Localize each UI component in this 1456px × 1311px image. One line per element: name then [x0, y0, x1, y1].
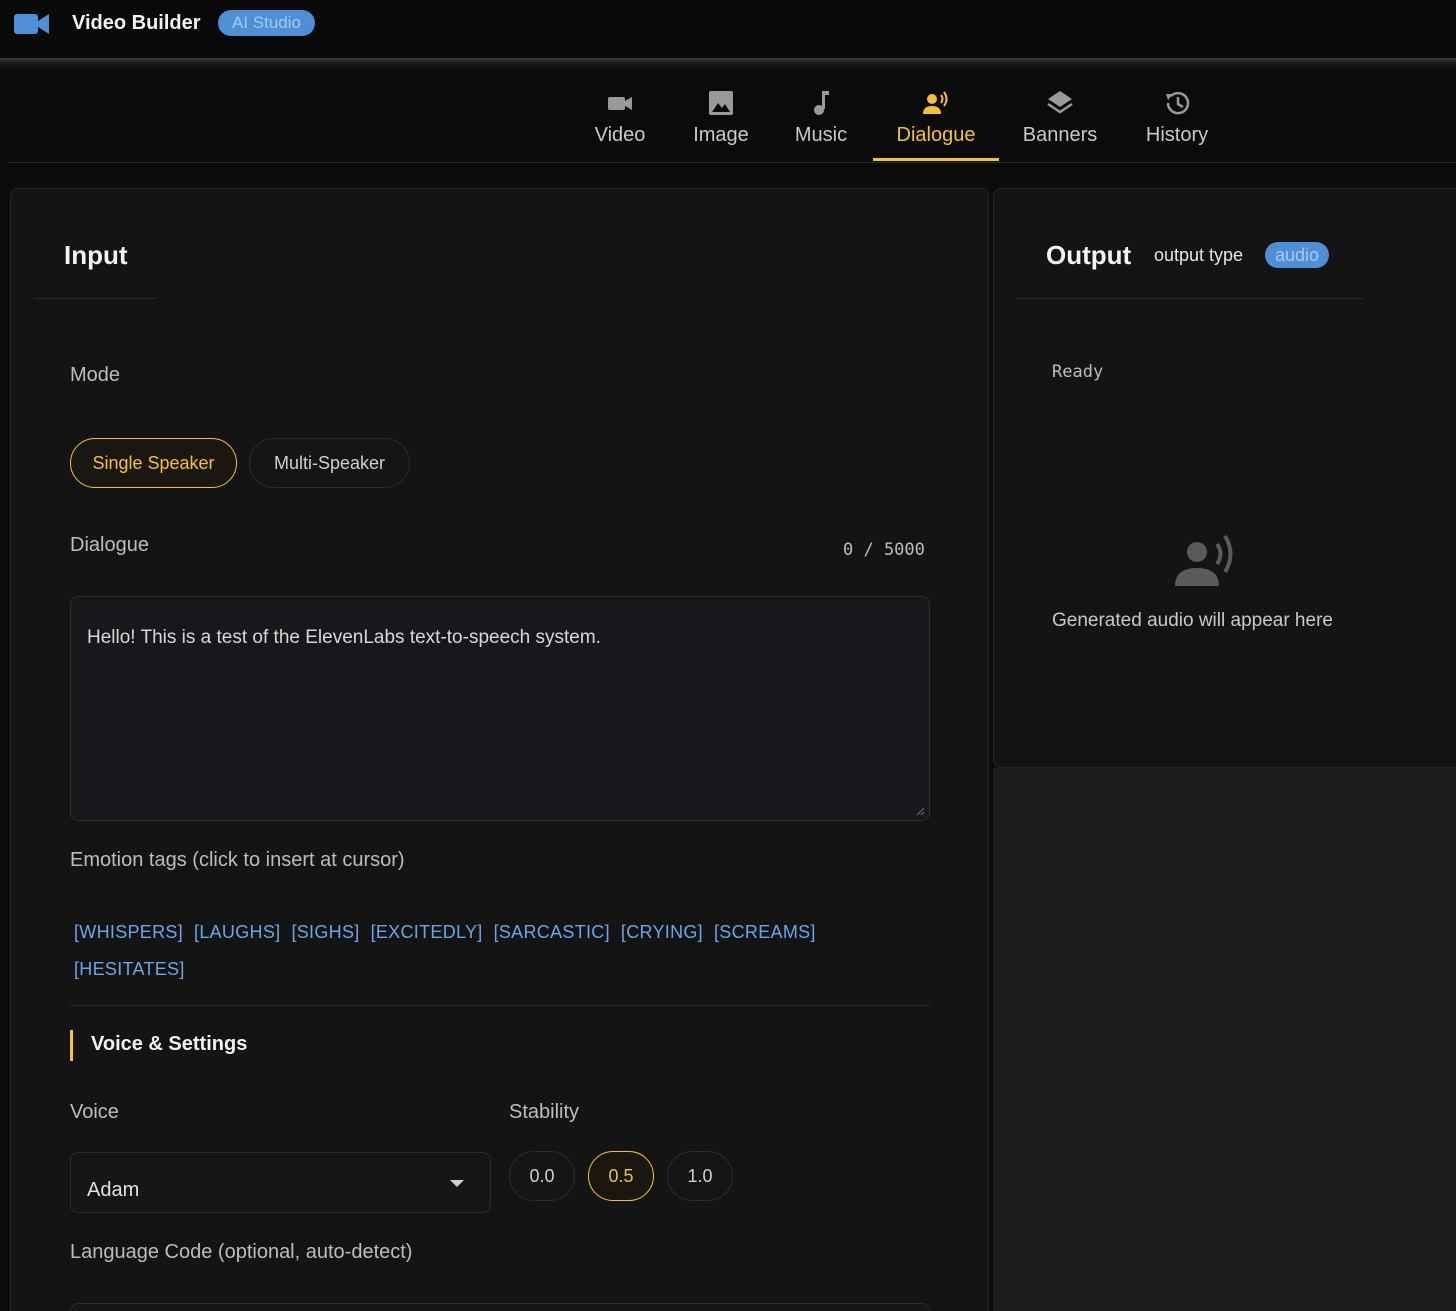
- tab-image[interactable]: Image: [688, 88, 754, 162]
- voice-settings-title: Voice & Settings: [91, 1033, 248, 1055]
- video-camera-icon: [14, 14, 49, 34]
- tab-label: Video: [594, 124, 646, 146]
- layers-icon: [1047, 91, 1073, 114]
- mode-multi-speaker-button[interactable]: Multi-Speaker: [249, 438, 410, 488]
- output-status: Ready: [1052, 362, 1104, 382]
- tab-label: Dialogue: [896, 124, 976, 146]
- image-icon: [709, 91, 733, 115]
- header-separator: [0, 58, 1456, 70]
- active-tab-indicator: [873, 158, 999, 161]
- language-code-label: Language Code (optional, auto-detect): [70, 1241, 413, 1263]
- dialogue-textarea[interactable]: Hello! This is a test of the ElevenLabs …: [70, 596, 930, 821]
- tab-music[interactable]: Music: [790, 88, 852, 162]
- tab-dialogue[interactable]: Dialogue: [891, 88, 981, 162]
- stability-option-0-5[interactable]: 0.5: [588, 1151, 654, 1201]
- character-counter: 0 / 5000: [843, 540, 925, 560]
- right-background: [993, 768, 1456, 1311]
- tabs-divider: [8, 162, 1456, 163]
- emotion-tag-whispers[interactable]: [WHISPERS]: [74, 914, 183, 951]
- tab-label: History: [1145, 124, 1209, 146]
- app-badge: AI Studio: [218, 10, 315, 36]
- tab-label: Image: [693, 124, 749, 146]
- output-title: Output: [1046, 240, 1132, 270]
- tab-video[interactable]: Video: [590, 88, 650, 162]
- output-panel: [993, 188, 1456, 768]
- emotion-tag-sarcastic[interactable]: [SARCASTIC]: [494, 914, 610, 951]
- language-code-input[interactable]: [70, 1303, 930, 1311]
- section-divider: [70, 1005, 930, 1006]
- speaker-voice-icon: [923, 91, 948, 114]
- tab-history[interactable]: History: [1140, 88, 1214, 162]
- output-placeholder: Generated audio will appear here: [1052, 610, 1333, 631]
- voice-select-value: Adam: [87, 1179, 140, 1201]
- section-accent-bar: [70, 1030, 73, 1061]
- output-type-badge: audio: [1265, 242, 1330, 268]
- emotion-tag-sighs[interactable]: [SIGHS]: [291, 914, 359, 951]
- voice-label: Voice: [70, 1101, 119, 1123]
- stability-option-0-0[interactable]: 0.0: [509, 1151, 575, 1201]
- history-icon: [1166, 91, 1190, 115]
- speaker-voice-icon: [1175, 534, 1233, 586]
- input-title-rule: [34, 298, 156, 299]
- emotion-tag-hesitates[interactable]: [HESITATES]: [74, 951, 185, 988]
- tab-label: Music: [794, 124, 848, 146]
- stability-label: Stability: [509, 1101, 580, 1123]
- music-note-icon: [814, 91, 829, 115]
- app-title: Video Builder: [72, 12, 201, 34]
- emotion-tag-screams[interactable]: [SCREAMS]: [714, 914, 816, 951]
- chevron-down-icon: [450, 1180, 464, 1187]
- emotion-tag-laughs[interactable]: [LAUGHS]: [194, 914, 280, 951]
- stability-option-1-0[interactable]: 1.0: [667, 1151, 733, 1201]
- top-bar: Video Builder AI Studio: [0, 0, 1456, 58]
- emotion-tags-list: [WHISPERS] [LAUGHS] [SIGHS] [EXCITEDLY] [SAR…: [74, 914, 914, 988]
- tab-banners[interactable]: Banners: [1018, 88, 1102, 162]
- emotion-tag-crying[interactable]: [CRYING]: [621, 914, 703, 951]
- dialogue-text: Hello! This is a test of the ElevenLabs …: [87, 627, 601, 648]
- emotion-tag-excitedly[interactable]: [EXCITEDLY]: [371, 914, 483, 951]
- voice-select[interactable]: Adam: [70, 1152, 491, 1213]
- dialogue-label: Dialogue: [70, 534, 149, 556]
- mode-single-speaker-button[interactable]: Single Speaker: [70, 438, 237, 488]
- output-title-rule: [1016, 298, 1363, 299]
- input-title: Input: [64, 240, 128, 270]
- tab-label: Banners: [1022, 124, 1098, 146]
- output-type-label: output type: [1154, 245, 1244, 265]
- mode-label: Mode: [70, 364, 121, 386]
- emotion-tags-label: Emotion tags (click to insert at cursor): [70, 849, 405, 871]
- video-camera-icon: [608, 97, 632, 110]
- resize-handle-icon[interactable]: [915, 806, 925, 816]
